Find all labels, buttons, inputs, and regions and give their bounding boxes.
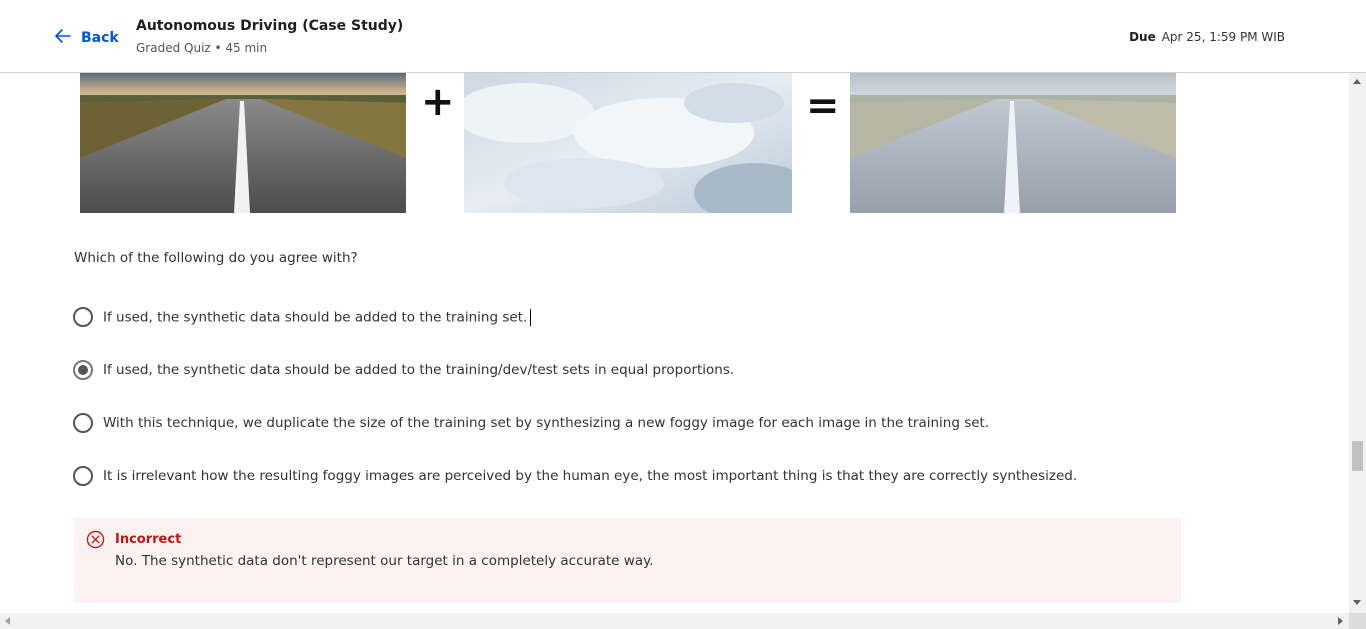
clear-road-image: [80, 73, 406, 213]
radio-button[interactable]: [73, 413, 93, 433]
scroll-left-arrow-icon[interactable]: [5, 617, 10, 625]
answer-option-label: If used, the synthetic data should be ad…: [103, 362, 735, 378]
answer-option-2[interactable]: If used, the synthetic data should be ad…: [73, 360, 734, 380]
horizontal-scrollbar[interactable]: [0, 613, 1349, 629]
scrollbar-thumb[interactable]: [1352, 441, 1363, 471]
scrollbar-corner: [1349, 613, 1366, 629]
answer-option-label: It is irrelevant how the resulting foggy…: [103, 468, 1078, 484]
feedback-panel: Incorrect No. The synthetic data don't r…: [74, 518, 1181, 603]
scroll-down-arrow-icon[interactable]: [1353, 600, 1361, 605]
text-cursor: [530, 308, 532, 326]
foggy-road-image: [850, 73, 1176, 213]
answer-option-4[interactable]: It is irrelevant how the resulting foggy…: [73, 466, 1077, 486]
due-value: Apr 25, 1:59 PM WIB: [1161, 30, 1285, 44]
due-date: Due Apr 25, 1:59 PM WIB: [1129, 30, 1285, 44]
radio-button-selected[interactable]: [73, 360, 93, 380]
answer-option-3[interactable]: With this technique, we duplicate the si…: [73, 413, 989, 433]
answer-option-1[interactable]: If used, the synthetic data should be ad…: [73, 307, 532, 327]
feedback-status: Incorrect: [115, 532, 182, 547]
radio-button[interactable]: [73, 466, 93, 486]
quiz-header: Back Autonomous Driving (Case Study) Gra…: [0, 0, 1366, 73]
answer-option-label: With this technique, we duplicate the si…: [103, 415, 990, 431]
page-subtitle: Graded Quiz • 45 min: [136, 41, 268, 55]
equals-sign: =: [806, 83, 840, 129]
vertical-scrollbar[interactable]: [1349, 73, 1366, 613]
back-label: Back: [81, 30, 119, 46]
scroll-right-arrow-icon[interactable]: [1338, 617, 1343, 625]
question-text: Which of the following do you agree with…: [74, 250, 358, 266]
arrow-left-icon: [53, 26, 73, 50]
feedback-message: No. The synthetic data don't represent o…: [115, 553, 654, 569]
due-label: Due: [1129, 30, 1156, 44]
fog-texture-image: [464, 73, 792, 213]
close-circle-icon: [86, 530, 105, 549]
scroll-up-arrow-icon[interactable]: [1353, 79, 1361, 84]
plus-sign: +: [421, 79, 455, 125]
page-title: Autonomous Driving (Case Study): [136, 18, 404, 34]
back-button[interactable]: Back: [53, 26, 119, 50]
radio-button[interactable]: [73, 307, 93, 327]
answer-option-label: If used, the synthetic data should be ad…: [103, 308, 532, 326]
